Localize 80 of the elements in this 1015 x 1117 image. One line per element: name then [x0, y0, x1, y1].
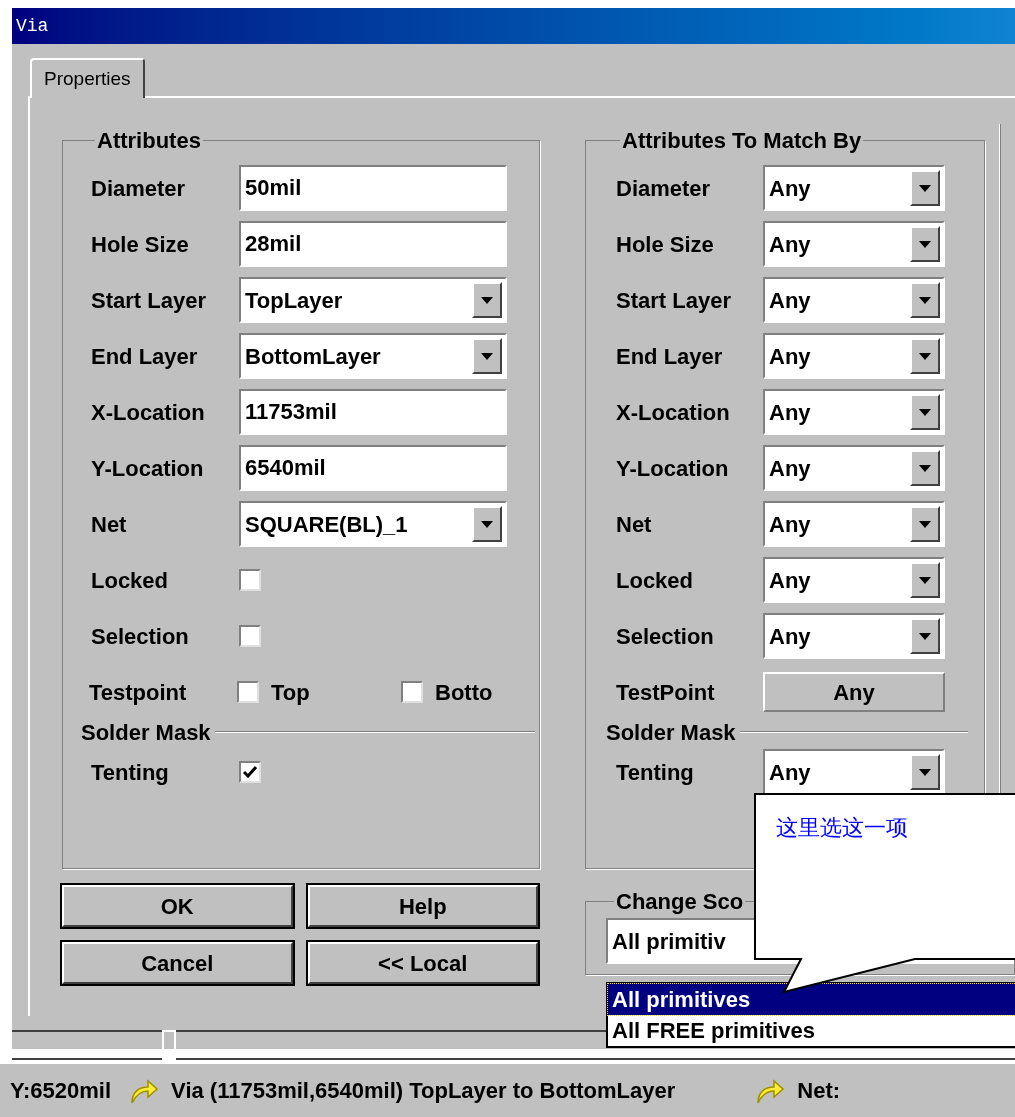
field-label: Diameter	[616, 174, 712, 203]
dropdown-option[interactable]: All FREE primitives	[608, 1015, 1015, 1046]
field-label: TestPoint	[616, 678, 716, 707]
group-title: Change Sco	[615, 888, 745, 916]
dropdown-arrow-icon	[481, 352, 493, 360]
status-text: Net:	[797, 1077, 841, 1105]
arrow-icon	[129, 1077, 160, 1104]
dropdown-field[interactable]: Any	[763, 749, 945, 795]
dropdown-arrow-icon	[481, 520, 493, 528]
window-title: Via	[16, 14, 49, 38]
input-field[interactable]: 28mil	[239, 221, 507, 267]
field-label: Start Layer	[91, 286, 207, 315]
dropdown-field[interactable]: Any	[763, 501, 945, 547]
dropdown-field[interactable]: TopLayer	[239, 277, 507, 323]
dropdown-arrow-icon	[919, 184, 931, 192]
dropdown-arrow-icon	[919, 632, 931, 640]
group-title: Attributes To Match By	[621, 127, 863, 155]
field-label: X-Location	[91, 398, 206, 427]
field-label: End Layer	[91, 342, 199, 371]
dropdown-arrow-icon	[919, 240, 931, 248]
tab[interactable]: Properties	[30, 58, 145, 98]
field-label: Start Layer	[616, 286, 732, 315]
dropdown-option[interactable]: All primitives	[608, 984, 1015, 1015]
field-label: Testpoint	[89, 678, 188, 707]
field-label: End Layer	[616, 342, 724, 371]
dropdown-arrow-icon	[919, 520, 931, 528]
dropdown-arrow-icon	[919, 576, 931, 584]
dialog-button[interactable]: << Local	[307, 942, 538, 984]
input-field[interactable]: 11753mil	[239, 389, 507, 435]
dropdown-arrow-icon	[919, 464, 931, 472]
dropdown-field[interactable]: Any	[763, 165, 945, 211]
dropdown-field[interactable]: Any	[763, 277, 945, 323]
field-label: Locked	[616, 566, 695, 595]
field-label: Y-Location	[616, 454, 730, 483]
checkbox-label: Botto	[435, 678, 493, 707]
field-label: Selection	[616, 622, 715, 651]
dropdown-field[interactable]: Any	[763, 221, 945, 267]
section-label: Solder Mask	[606, 718, 737, 747]
dropdown-field[interactable]: SQUARE(BL)_1	[239, 501, 507, 547]
field-label: Y-Location	[91, 454, 205, 483]
arrow-icon	[755, 1077, 786, 1104]
dropdown-field[interactable]: Any	[763, 333, 945, 379]
status-text: Y:6520mil	[10, 1077, 112, 1105]
field-label: Selection	[91, 622, 190, 651]
dropdown-arrow-icon	[919, 408, 931, 416]
dropdown-arrow-icon	[919, 768, 931, 776]
dropdown-field[interactable]: Any	[763, 613, 945, 659]
field-label: Tenting	[616, 758, 695, 787]
testpoint-button[interactable]: Any	[763, 672, 945, 712]
dropdown-field[interactable]: BottomLayer	[239, 333, 507, 379]
dropdown-arrow-icon	[919, 352, 931, 360]
dialog-button[interactable]: OK	[62, 885, 293, 927]
dropdown-field[interactable]: Any	[763, 389, 945, 435]
section-label: Solder Mask	[81, 718, 212, 747]
checkbox[interactable]	[239, 625, 261, 647]
field-label: Diameter	[91, 174, 187, 203]
dropdown-arrow-icon	[919, 296, 931, 304]
field-label: Net	[616, 510, 653, 539]
dialog-button[interactable]: Cancel	[62, 942, 293, 984]
input-field[interactable]: 50mil	[239, 165, 507, 211]
field-label: Net	[91, 510, 128, 539]
field-label: Locked	[91, 566, 170, 595]
field-label: Hole Size	[616, 230, 715, 259]
field-label: X-Location	[616, 398, 731, 427]
dropdown-arrow-icon	[481, 296, 493, 304]
dropdown-field[interactable]: Any	[763, 445, 945, 491]
checkbox[interactable]	[239, 569, 261, 591]
field-label: Tenting	[91, 758, 170, 787]
input-field[interactable]: 6540mil	[239, 445, 507, 491]
checkbox[interactable]	[401, 681, 423, 703]
checkbox-label: Top	[271, 678, 310, 707]
dialog-button[interactable]: Help	[307, 885, 538, 927]
status-text: Via (11753mil,6540mil) TopLayer to BottomLayer	[171, 1077, 676, 1105]
field-label: Hole Size	[91, 230, 190, 259]
tick-icon	[243, 766, 257, 778]
dropdown-field[interactable]: Any	[763, 557, 945, 603]
checkbox[interactable]	[237, 681, 259, 703]
callout-tooltip-text: 这里选这一项	[776, 814, 908, 842]
checkbox[interactable]	[239, 761, 261, 783]
group-title: Attributes	[96, 127, 202, 155]
